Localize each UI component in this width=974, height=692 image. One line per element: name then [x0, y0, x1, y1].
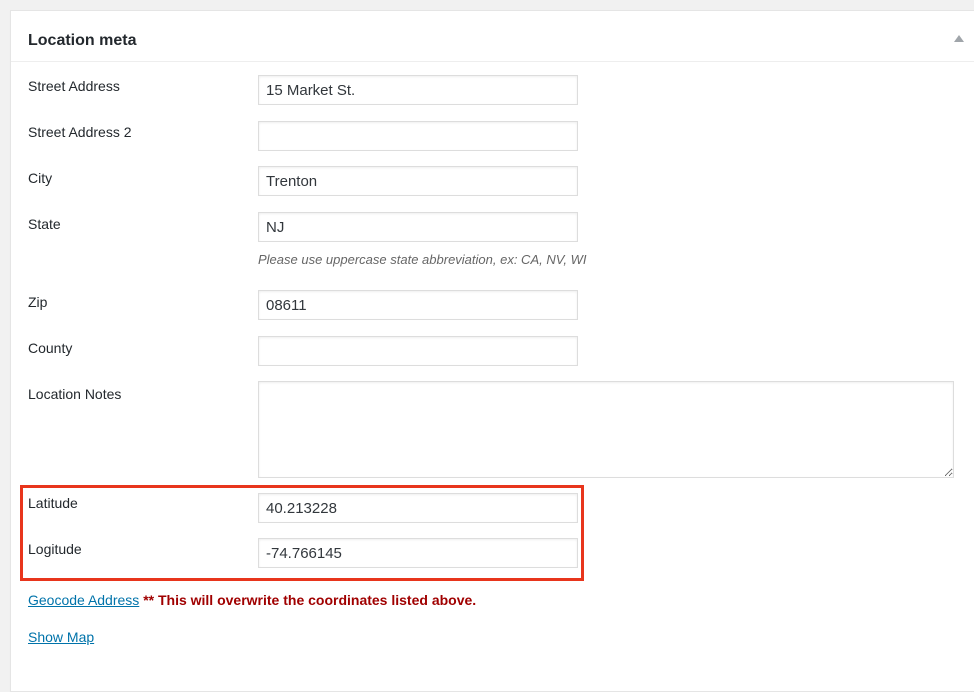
street-address-label: Street Address — [28, 78, 120, 94]
geocode-address-link[interactable]: Geocode Address — [28, 592, 139, 608]
metabox-title: Location meta — [28, 32, 137, 49]
show-map-row: Show Map — [28, 628, 94, 646]
latitude-label: Latitude — [28, 495, 78, 511]
location-notes-textarea[interactable] — [258, 381, 954, 478]
latitude-input[interactable] — [258, 493, 578, 523]
county-input[interactable] — [258, 336, 578, 366]
zip-input[interactable] — [258, 290, 578, 320]
geocode-warning: ** This will overwrite the coordinates l… — [143, 592, 477, 608]
show-map-link[interactable]: Show Map — [28, 629, 94, 645]
location-notes-label: Location Notes — [28, 386, 122, 402]
state-label: State — [28, 216, 61, 232]
state-help-text: Please use uppercase state abbreviation,… — [258, 252, 587, 267]
geocode-row: Geocode Address ** This will overwrite t… — [28, 591, 476, 609]
city-input[interactable] — [258, 166, 578, 196]
collapse-arrow-icon[interactable] — [954, 35, 964, 42]
longitude-label: Logitude — [28, 541, 82, 557]
metabox-header[interactable]: Location meta — [11, 11, 974, 62]
street-address-input[interactable] — [258, 75, 578, 105]
state-input[interactable] — [258, 212, 578, 242]
zip-label: Zip — [28, 294, 48, 310]
county-label: County — [28, 340, 73, 356]
street-address-2-input[interactable] — [258, 121, 578, 151]
city-label: City — [28, 170, 53, 186]
street-address-2-label: Street Address 2 — [28, 124, 132, 140]
location-meta-box: Location meta Street Address Street Addr… — [10, 10, 974, 692]
longitude-input[interactable] — [258, 538, 578, 568]
